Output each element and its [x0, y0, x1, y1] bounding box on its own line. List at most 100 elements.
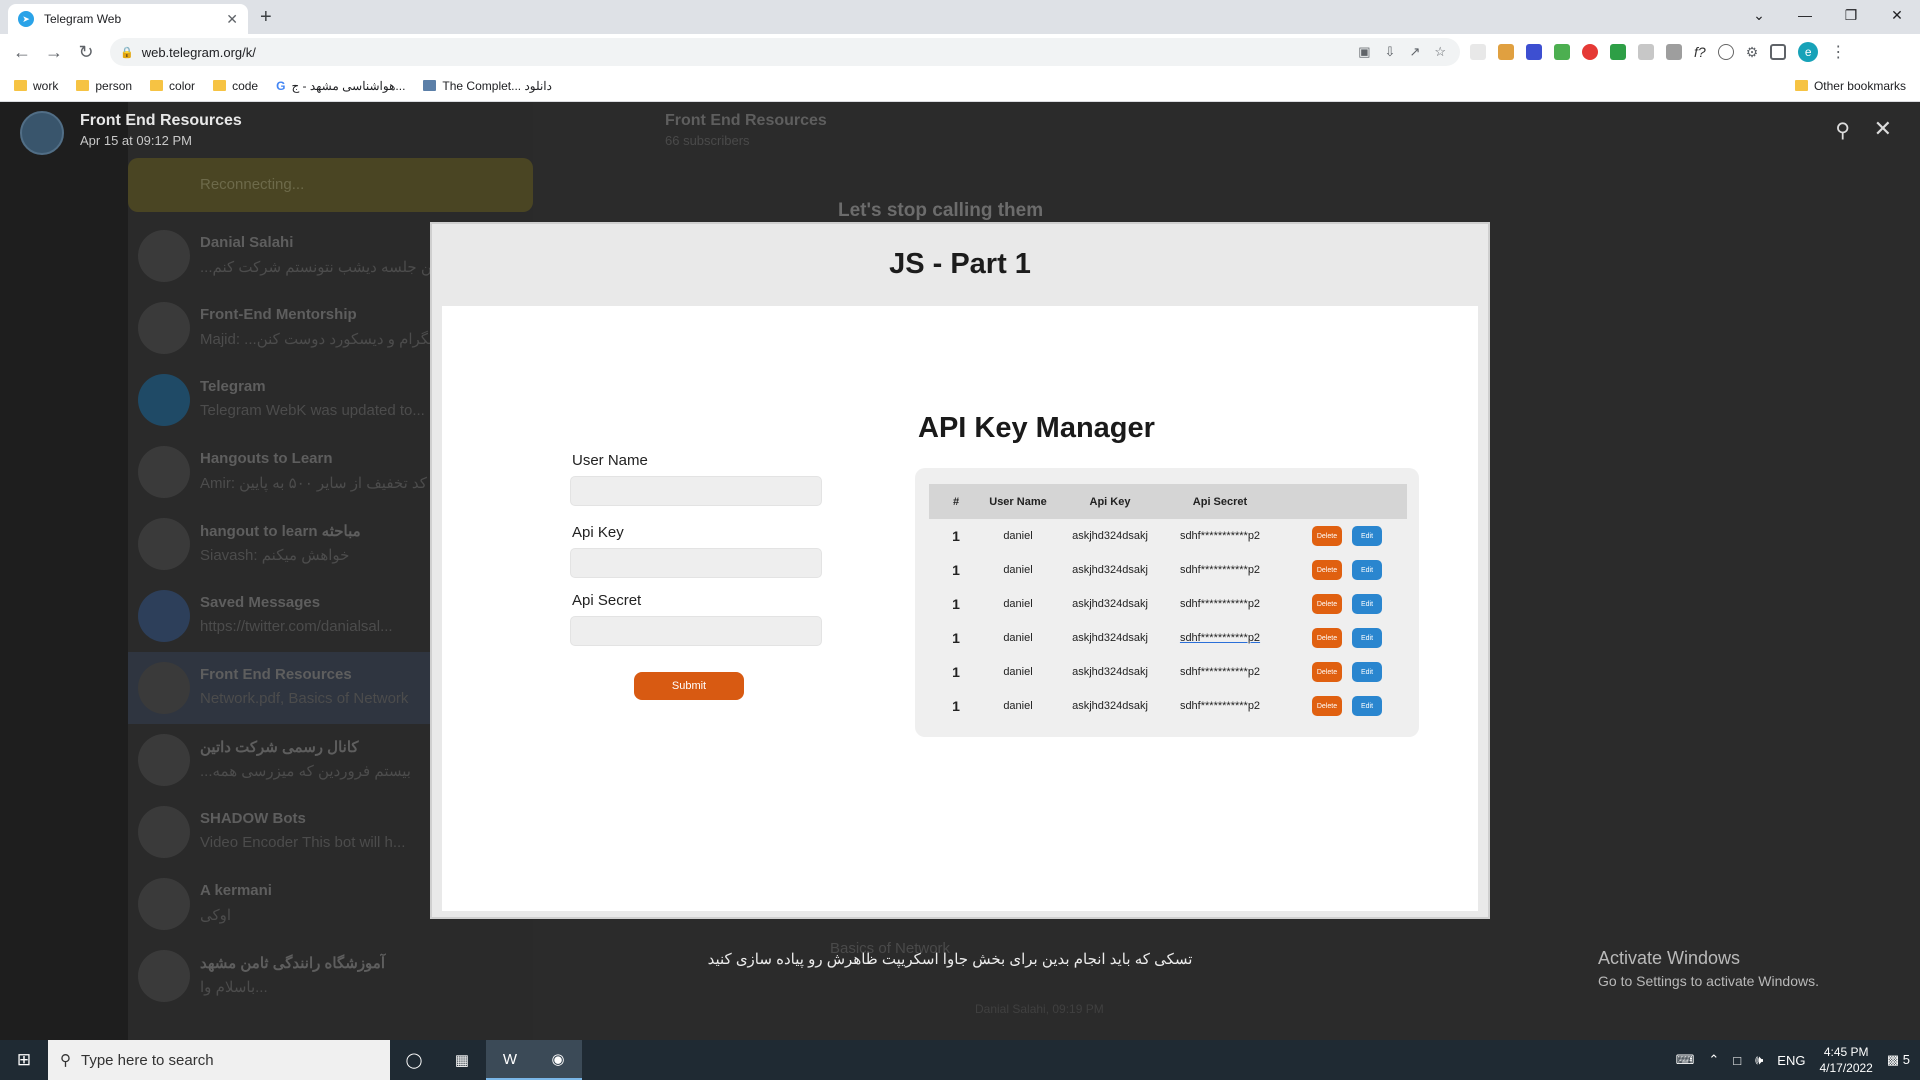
cell-apikey: askjhd324dsakj — [1072, 564, 1148, 576]
cell-num: 1 — [952, 664, 960, 680]
cell-username: daniel — [1003, 530, 1033, 542]
shield-icon[interactable] — [1638, 44, 1654, 60]
cell-username: daniel — [1003, 564, 1033, 576]
tab-telegram[interactable]: ➤ Telegram Web ✕ — [8, 4, 248, 34]
bookmark-code[interactable]: code — [213, 79, 258, 93]
delete-button: Delete — [1312, 628, 1342, 648]
taskbar-search[interactable]: ⚲ Type here to search — [48, 1040, 390, 1080]
chat-preview: Telegram WebK was updated to... — [200, 402, 425, 419]
back-icon[interactable]: ← — [6, 42, 38, 63]
cell-username: daniel — [1003, 666, 1033, 678]
extension-icon[interactable] — [1554, 44, 1570, 60]
bookmark-label: The Complet... دانلود — [442, 78, 552, 93]
bookmark-label: هواشناسی مشهد - ج... — [291, 78, 406, 93]
page-icon — [423, 80, 437, 91]
chat-name: Front-End Mentorship — [200, 306, 357, 323]
cell-apikey: askjhd324dsakj — [1072, 598, 1148, 610]
chat-preview: Network.pdf, Basics of Network — [200, 690, 409, 707]
new-tab-button[interactable]: + — [260, 6, 272, 29]
word-app-icon[interactable]: W — [486, 1040, 534, 1080]
avatar — [138, 518, 190, 570]
sender-avatar[interactable] — [20, 111, 64, 155]
info-icon[interactable] — [1717, 44, 1734, 60]
keyboard-icon[interactable]: ⌨ — [1676, 1052, 1695, 1068]
extension-icon[interactable] — [1498, 44, 1514, 60]
folder-icon — [14, 80, 27, 91]
cortana-icon[interactable]: ◯ — [390, 1040, 438, 1080]
api-key-manager-title: API Key Manager — [918, 412, 1155, 444]
chat-preview: https://twitter.com/danialsal... — [200, 618, 393, 635]
extension-icon[interactable] — [1526, 44, 1542, 60]
cell-apisecret: sdhf***********p2 — [1179, 700, 1261, 712]
folder-icon — [213, 80, 227, 91]
cell-apisecret: sdhf***********p2 — [1179, 564, 1261, 576]
menu-icon[interactable]: ⋮ — [1830, 42, 1846, 62]
cell-num: 1 — [952, 562, 960, 578]
close-tab-icon[interactable]: ✕ — [226, 11, 238, 28]
sender-name[interactable]: Front End Resources — [80, 112, 242, 130]
bookmark-color[interactable]: color — [150, 79, 195, 93]
restore-button[interactable]: ❐ — [1828, 0, 1874, 30]
volume-icon[interactable]: 🕪 — [1755, 1052, 1763, 1068]
bookmark-weather[interactable]: G هواشناسی مشهد - ج... — [276, 79, 405, 93]
avatar — [138, 446, 190, 498]
header-actions — [1273, 484, 1407, 519]
forward-icon[interactable]: → — [38, 42, 70, 63]
chrome-app-icon[interactable]: ◉ — [534, 1040, 582, 1080]
bookmark-star-icon[interactable]: ☆ — [1434, 44, 1446, 60]
cell-apikey: askjhd324dsakj — [1072, 666, 1148, 678]
share-icon[interactable]: ↗ — [1409, 44, 1420, 60]
profile-avatar[interactable]: e — [1798, 42, 1819, 62]
avatar — [138, 806, 190, 858]
address-bar[interactable]: 🔒 web.telegram.org/k/ ▣ ⇩ ↗ ☆ — [110, 38, 1460, 66]
bookmark-label: Other bookmarks — [1813, 78, 1906, 93]
extension-icon[interactable] — [1610, 44, 1626, 60]
tab-search-icon[interactable]: ⌄ — [1736, 0, 1782, 30]
network-icon[interactable]: □ — [1733, 1053, 1741, 1068]
cell-apisecret: sdhf***********p2 — [1179, 666, 1261, 678]
font-icon[interactable]: f? — [1694, 44, 1706, 60]
install-icon[interactable]: ⇩ — [1385, 44, 1396, 60]
close-window-button[interactable]: ✕ — [1874, 0, 1920, 30]
extension-icon[interactable] — [1470, 44, 1486, 60]
cast-icon[interactable]: ▣ — [1358, 44, 1370, 60]
windows-start-icon[interactable]: ⊞ — [0, 1040, 48, 1080]
cell-num: 1 — [952, 596, 960, 612]
camera-icon[interactable] — [1666, 44, 1682, 60]
extension-icon[interactable] — [1582, 44, 1598, 60]
header-apikey: Api Key — [1053, 484, 1167, 519]
submit-button: Submit — [634, 672, 744, 700]
other-bookmarks[interactable]: Other bookmarks — [1794, 78, 1906, 93]
api-key-table: # User Name Api Key Api Secret 1 daniel … — [929, 484, 1407, 723]
bookmark-work[interactable]: work — [14, 79, 58, 93]
zoom-icon[interactable]: ⚲ — [1835, 118, 1850, 143]
chat-list-item[interactable]: آموزشگاه رانندگی ثامن مشهد باسلام وا... — [128, 940, 533, 1012]
reload-icon[interactable]: ↻ — [70, 42, 102, 63]
cell-num: 1 — [952, 698, 960, 714]
url-text: web.telegram.org/k/ — [141, 44, 256, 60]
minimize-button[interactable]: — — [1782, 0, 1828, 30]
search-icon: ⚲ — [60, 1052, 71, 1069]
bookmark-person[interactable]: person — [76, 79, 132, 93]
cell-actions: Delete Edit — [1273, 621, 1407, 655]
clock[interactable]: 4:45 PM 4/17/2022 — [1819, 1044, 1872, 1076]
table-row: 1 daniel askjhd324dsakj sdhf***********p… — [929, 621, 1407, 655]
language-indicator[interactable]: ENG — [1777, 1053, 1805, 1068]
chat-preview: Majid: ...تلگرام و دیسکورد دوست کنن — [200, 331, 439, 348]
chat-preview: اوکی — [200, 907, 232, 924]
notification-icon[interactable]: ▩ 5 — [1887, 1052, 1910, 1068]
chat-name: Front End Resources — [200, 666, 352, 683]
chat-name: SHADOW Bots — [200, 810, 306, 827]
cell-actions: Delete Edit — [1273, 689, 1407, 723]
side-panel-icon[interactable] — [1770, 44, 1787, 60]
task-view-icon[interactable]: ▦ — [438, 1040, 486, 1080]
bookmark-complete[interactable]: The Complet... دانلود — [423, 79, 552, 93]
username-label: User Name — [572, 452, 648, 469]
telegram-icon: ➤ — [18, 11, 34, 27]
edit-button: Edit — [1352, 560, 1382, 580]
avatar — [138, 302, 190, 354]
puzzle-icon[interactable]: ⚙ — [1746, 44, 1759, 61]
close-icon[interactable]: ✕ — [1874, 116, 1892, 142]
chevron-up-icon[interactable]: ⌃ — [1708, 1052, 1719, 1068]
bookmark-label: person — [95, 78, 133, 93]
